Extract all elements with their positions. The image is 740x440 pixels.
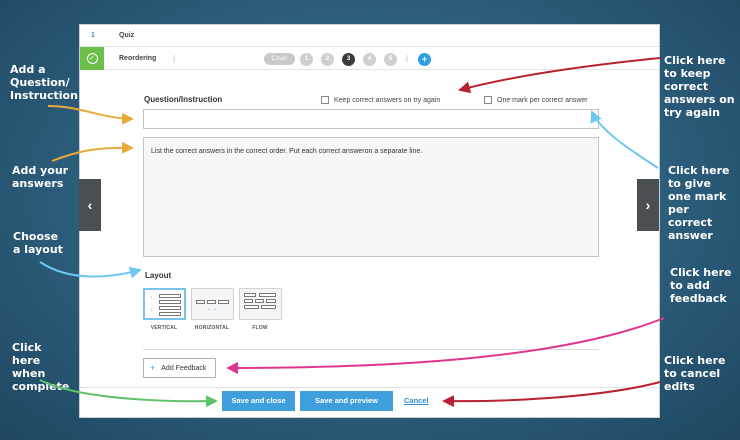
annotation-click-complete: Click here when complete xyxy=(12,341,70,393)
cancel-link[interactable]: Cancel xyxy=(404,396,429,405)
quiz-header-row: 1 Quiz xyxy=(80,25,659,47)
keep-correct-checkbox[interactable]: Keep correct answers on try again xyxy=(321,96,440,104)
annotation-choose-layout: Choose a layout xyxy=(13,230,63,256)
one-mark-label: One mark per correct answer xyxy=(497,96,588,104)
keep-correct-label: Keep correct answers on try again xyxy=(334,96,441,104)
answers-textarea[interactable]: List the correct answers in the correct … xyxy=(143,137,599,257)
annotation-add-answers: Add your answers xyxy=(12,164,69,190)
save-and-preview-button[interactable]: Save and preview xyxy=(300,391,393,411)
layout-vertical-option[interactable]: ↑ ↓ xyxy=(143,288,186,320)
cover-step[interactable]: Cover xyxy=(264,53,295,65)
up-arrow-icon: ↑ xyxy=(150,295,153,301)
save-and-close-button[interactable]: Save and close xyxy=(222,391,295,411)
section-divider xyxy=(143,349,599,350)
keep-correct-box[interactable] xyxy=(321,96,329,104)
add-step-button[interactable]: + xyxy=(418,53,431,66)
step-4[interactable]: 4 xyxy=(363,53,376,66)
question-input[interactable] xyxy=(143,109,599,129)
quiz-editor-panel: 1 Quiz ✓ Reordering | Cover 1 2 3 4 5 | … xyxy=(79,24,660,418)
add-feedback-button[interactable]: + Add Feedback xyxy=(143,358,216,378)
complete-check-icon: ✓ xyxy=(80,47,104,70)
question-type-label: Reordering xyxy=(119,55,157,62)
down-arrow-icon: ↓ xyxy=(150,307,153,313)
annotation-one-mark: Click here to give one mark per correct … xyxy=(668,164,730,242)
question-label: Question/Instruction xyxy=(144,95,223,104)
layout-horizontal-caption: HORIZONTAL xyxy=(194,325,230,331)
annotation-cancel-edits: Click here to cancel edits xyxy=(664,354,726,393)
layout-horizontal-option[interactable]: ←→ xyxy=(191,288,234,320)
annotation-add-feedback: Click here to add feedback xyxy=(670,266,732,305)
toolbar-divider-2: | xyxy=(406,54,409,63)
one-mark-checkbox[interactable]: One mark per correct answer xyxy=(484,96,588,104)
step-2[interactable]: 2 xyxy=(321,53,334,66)
step-1[interactable]: 1 xyxy=(300,53,313,66)
step-3[interactable]: 3 xyxy=(342,53,355,66)
layout-label: Layout xyxy=(145,271,172,280)
annotation-keep-correct: Click here to keep correct answers on tr… xyxy=(664,54,735,119)
left-right-arrow-icon: ←→ xyxy=(207,306,217,312)
layout-flow-caption: FLOW xyxy=(252,325,268,331)
question-toolbar: ✓ Reordering | Cover 1 2 3 4 5 | + xyxy=(80,47,659,70)
step-5[interactable]: 5 xyxy=(384,53,397,66)
plus-icon: + xyxy=(150,363,156,373)
layout-flow-option[interactable] xyxy=(239,288,282,320)
quiz-title: Quiz xyxy=(119,32,135,39)
previous-question-button[interactable]: ‹ xyxy=(79,179,101,231)
one-mark-box[interactable] xyxy=(484,96,492,104)
toolbar-divider: | xyxy=(173,54,176,63)
layout-vertical-caption: VERTICAL xyxy=(150,325,178,331)
question-number: 1 xyxy=(91,32,95,39)
annotation-add-question: Add a Question/ Instruction xyxy=(10,63,78,102)
add-feedback-label: Add Feedback xyxy=(161,364,207,372)
next-question-button[interactable]: › xyxy=(637,179,659,231)
footer-divider xyxy=(80,387,659,388)
